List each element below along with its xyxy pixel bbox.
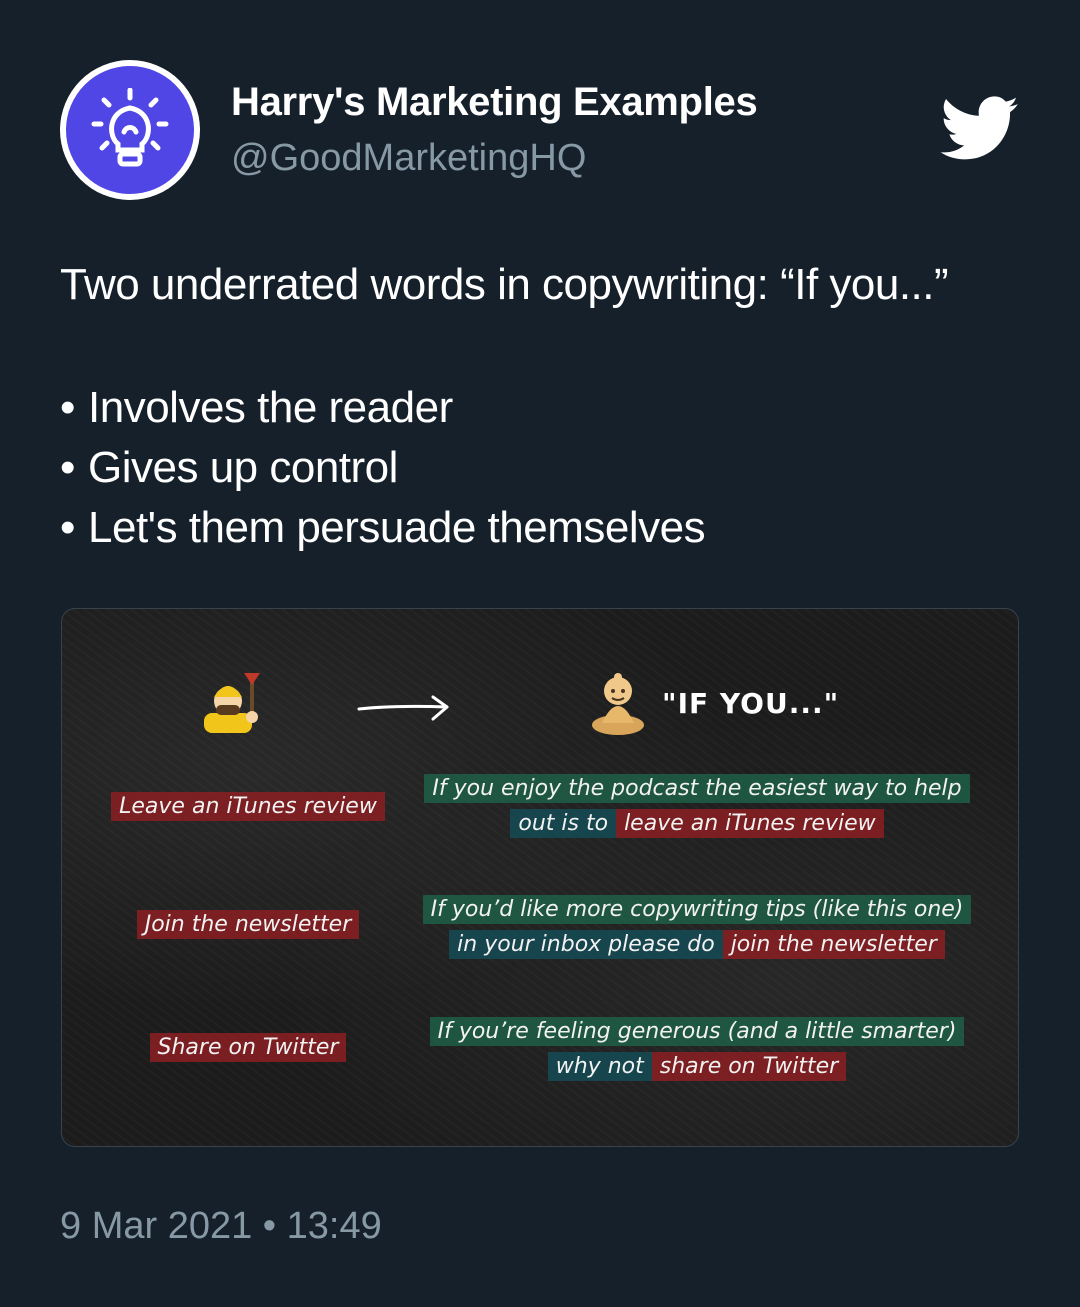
bullet-dot: • [60,383,75,432]
left-label: Leave an iTunes review [88,791,408,823]
cta-text: join the newsletter [722,930,945,959]
left-label: Join the newsletter [88,909,408,941]
connector-text: in your inbox please do [449,930,723,959]
if-you-text: If you’d like more copywriting tips (lik… [422,895,972,924]
list-item: • Involves the reader [60,378,1020,438]
tweet-media-image[interactable]: "IF YOU..." Leave an iTunes review If yo… [61,608,1019,1147]
connector-text: why not [547,1052,652,1081]
meditating-monk-icon [592,673,644,735]
if-you-text: If you’re feeling generous (and a little… [429,1017,965,1046]
list-item: • Gives up control [60,438,1020,498]
if-you-line: in your inbox please do join the newslett… [407,929,987,961]
avatar-background [66,66,194,194]
tweet-card: Harry's Marketing Examples @GoodMarketin… [0,0,1080,1307]
bullet-dot: • [60,503,75,552]
lightbulb-icon [91,88,169,167]
connector-text: out is to [510,809,617,838]
tweet-timestamp[interactable]: 9 Mar 2021 • 13:49 [60,1205,382,1248]
arrow-right-icon [357,695,449,721]
if-you-line: If you’re feeling generous (and a little… [407,1016,987,1048]
if-you-line: out is to leave an iTunes review [407,808,987,840]
list-item: • Let's them persuade themselves [60,498,1020,558]
if-you-label: "IF YOU..." [662,687,840,720]
tweet-headline: Two underrated words in copywriting: “If… [60,260,949,309]
if-you-text: If you enjoy the podcast the easiest way… [424,774,970,803]
cta-label: Leave an iTunes review [111,792,385,821]
cta-text: leave an iTunes review [616,809,884,838]
worker-icon [204,673,260,733]
bullet-text: Involves the reader [88,383,453,432]
bullet-text: Gives up control [88,443,398,492]
left-label: Share on Twitter [88,1032,408,1064]
avatar[interactable] [60,60,200,200]
if-you-line: If you enjoy the podcast the easiest way… [407,773,987,805]
display-name[interactable]: Harry's Marketing Examples [231,80,758,125]
bullet-dot: • [60,443,75,492]
cta-label: Share on Twitter [149,1033,347,1062]
cta-text: share on Twitter [651,1052,847,1081]
user-handle[interactable]: @GoodMarketingHQ [231,137,586,180]
bullet-text: Let's them persuade themselves [88,503,706,552]
if-you-line: If you’d like more copywriting tips (lik… [407,894,987,926]
bullet-list: • Involves the reader • Gives up control •… [60,378,1020,558]
tweet-text: Two underrated words in copywriting: “If… [60,258,1020,558]
twitter-bird-icon[interactable] [940,96,1020,162]
cta-label: Join the newsletter [136,910,360,939]
if-you-line: why not share on Twitter [407,1051,987,1083]
